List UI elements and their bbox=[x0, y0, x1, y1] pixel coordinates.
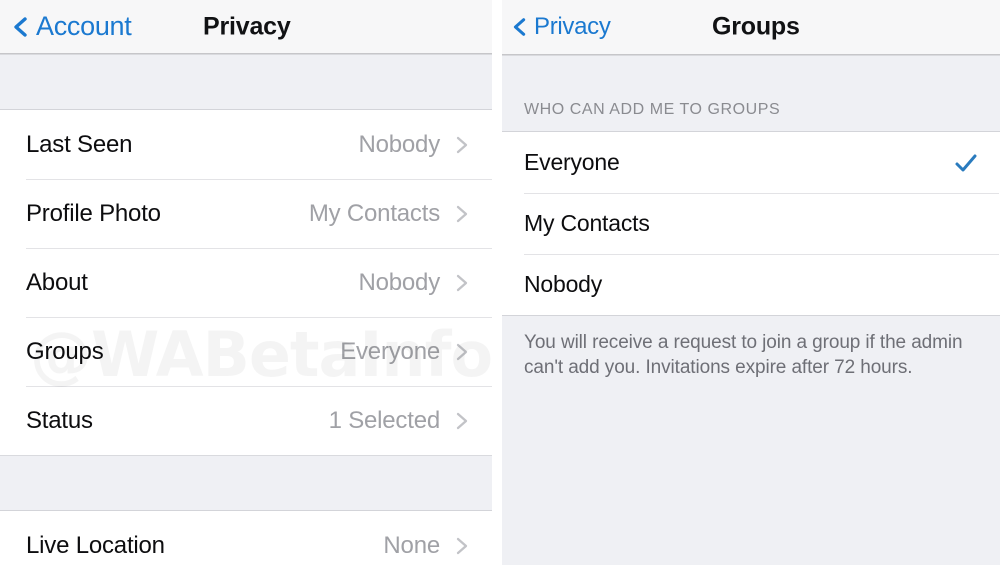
row-profile-photo[interactable]: Profile Photo My Contacts bbox=[0, 179, 492, 248]
option-nobody[interactable]: Nobody bbox=[502, 254, 1000, 315]
back-button-label: Privacy bbox=[534, 13, 611, 40]
row-label: Profile Photo bbox=[26, 199, 161, 227]
section-spacer-top bbox=[502, 55, 1000, 92]
chevron-right-icon bbox=[456, 136, 468, 153]
chevron-right-icon bbox=[456, 274, 468, 291]
section-header-label: WHO CAN ADD ME TO GROUPS bbox=[524, 101, 781, 118]
chevron-left-icon bbox=[513, 18, 526, 36]
back-button-label: Account bbox=[36, 11, 132, 41]
page-title: Groups bbox=[712, 12, 800, 41]
chevron-right-icon bbox=[456, 412, 468, 429]
row-label: About bbox=[26, 268, 88, 296]
option-my-contacts[interactable]: My Contacts bbox=[502, 193, 1000, 254]
privacy-navbar: Account Privacy bbox=[0, 0, 492, 54]
option-label: Nobody bbox=[524, 271, 603, 297]
row-value: Everyone bbox=[340, 337, 440, 365]
chevron-right-icon bbox=[456, 343, 468, 360]
option-everyone[interactable]: Everyone bbox=[502, 132, 1000, 193]
row-last-seen[interactable]: Last Seen Nobody bbox=[0, 110, 492, 179]
groups-screen: Privacy Groups WHO CAN ADD ME TO GROUPS … bbox=[502, 0, 1000, 565]
panel-divider bbox=[492, 0, 502, 565]
row-label: Status bbox=[26, 406, 93, 434]
row-value: Nobody bbox=[358, 268, 440, 296]
chevron-right-icon bbox=[456, 205, 468, 222]
back-to-account-button[interactable]: Account bbox=[0, 0, 132, 53]
back-to-privacy-button[interactable]: Privacy bbox=[502, 0, 611, 54]
section-spacer-middle bbox=[0, 455, 492, 511]
groups-navbar: Privacy Groups bbox=[502, 0, 1000, 55]
row-value: 1 Selected bbox=[328, 406, 441, 434]
option-label: Everyone bbox=[524, 149, 620, 175]
privacy-screen: Account Privacy Last Seen Nobody Profile… bbox=[0, 0, 492, 565]
chevron-right-icon bbox=[456, 537, 468, 554]
row-status[interactable]: Status 1 Selected bbox=[0, 386, 492, 455]
page-title: Privacy bbox=[203, 12, 291, 40]
group-privacy-options: Everyone My Contacts Nobody bbox=[502, 132, 1000, 315]
row-about[interactable]: About Nobody bbox=[0, 248, 492, 317]
footer-note-text: You will receive a request to join a gro… bbox=[524, 332, 963, 379]
row-value: Nobody bbox=[358, 130, 440, 158]
row-live-location[interactable]: Live Location None bbox=[0, 511, 492, 565]
chevron-left-icon bbox=[14, 16, 27, 37]
empty-area bbox=[502, 390, 1000, 565]
row-label: Live Location bbox=[26, 531, 165, 559]
groups-content: WHO CAN ADD ME TO GROUPS Everyone My Con… bbox=[502, 55, 1000, 565]
row-value: None bbox=[383, 531, 440, 559]
screenshot-root: Account Privacy Last Seen Nobody Profile… bbox=[0, 0, 1000, 565]
privacy-list-section-2: Live Location None bbox=[0, 511, 492, 565]
privacy-list-section-1: Last Seen Nobody Profile Photo My Contac… bbox=[0, 110, 492, 455]
row-groups[interactable]: Groups Everyone bbox=[0, 317, 492, 386]
section-spacer-top bbox=[0, 54, 492, 110]
footer-note: You will receive a request to join a gro… bbox=[502, 315, 1000, 391]
option-label: My Contacts bbox=[524, 210, 650, 236]
checkmark-icon bbox=[955, 154, 977, 171]
row-label: Groups bbox=[26, 337, 104, 365]
section-header: WHO CAN ADD ME TO GROUPS bbox=[502, 92, 1000, 132]
row-value: My Contacts bbox=[308, 199, 440, 227]
row-label: Last Seen bbox=[26, 130, 133, 158]
